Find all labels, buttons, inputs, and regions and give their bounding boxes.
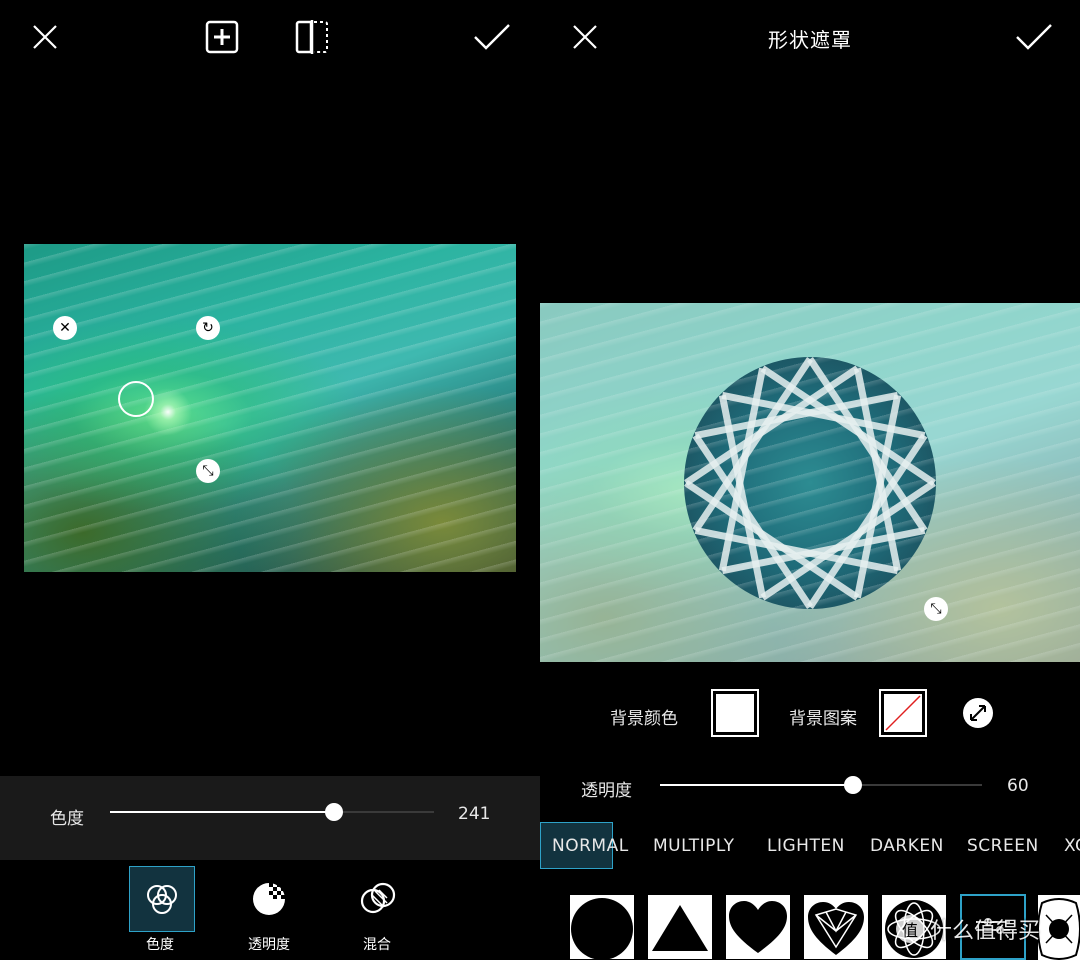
resize-handle-icon[interactable]: ⤡ <box>196 459 220 483</box>
tool-hue-selected[interactable] <box>129 866 195 932</box>
close-icon[interactable] <box>28 20 62 54</box>
rotate-handle-icon[interactable]: ↻ <box>196 316 220 340</box>
left-editor-panel: ✕ ↻ ⤡ 色度 241 色度 透明度 混合 <box>0 0 540 960</box>
watermark-text: 什么值得买 <box>930 919 1041 944</box>
blend-multiply[interactable]: MULTIPLY <box>653 836 735 856</box>
hue-slider-bar: 色度 241 <box>0 776 540 860</box>
blend-xor[interactable]: XO <box>1064 836 1080 856</box>
heart-shape-icon <box>729 901 787 953</box>
opacity-value: 60 <box>1007 776 1029 796</box>
circle-shape-icon <box>571 898 633 960</box>
opacity-label: 透明度 <box>581 781 632 801</box>
ornament-shape-icon <box>1037 898 1080 960</box>
blend-icon[interactable] <box>358 880 398 918</box>
expand-icon[interactable] <box>963 698 993 728</box>
blend-lighten[interactable]: LIGHTEN <box>767 836 845 856</box>
circle-shape-tile[interactable] <box>570 895 634 960</box>
flare-center-handle[interactable] <box>118 381 154 417</box>
blend-screen[interactable]: SCREEN <box>967 836 1039 856</box>
heart-shape-tile[interactable] <box>726 895 790 959</box>
tool-hue-label: 色度 <box>146 937 174 953</box>
photo-canvas[interactable]: ✕ ↻ ⤡ <box>24 244 516 572</box>
confirm-icon[interactable] <box>1014 20 1054 54</box>
resize-handle-icon[interactable]: ⤡ <box>924 597 948 621</box>
add-layer-icon[interactable] <box>204 19 240 55</box>
triangle-shape-icon <box>652 905 708 951</box>
bg-pattern-swatch[interactable] <box>879 689 927 737</box>
hue-slider-fill <box>110 811 334 813</box>
blend-darken[interactable]: DARKEN <box>870 836 944 856</box>
bg-color-swatch[interactable] <box>711 689 759 737</box>
opacity-slider-fill <box>660 784 854 786</box>
tool-blend-label: 混合 <box>363 937 391 953</box>
close-icon[interactable] <box>568 20 602 54</box>
page-title: 形状遮罩 <box>768 28 852 52</box>
star-pattern-icon <box>684 357 936 609</box>
watermark-logo-icon: 值 <box>896 915 924 943</box>
diamond-shape-tile[interactable] <box>804 895 868 959</box>
hue-label: 色度 <box>50 809 84 829</box>
diamond-shape-icon <box>808 902 864 955</box>
circle-mask-shape[interactable] <box>684 357 936 609</box>
confirm-icon[interactable] <box>472 20 512 54</box>
tool-opacity-label: 透明度 <box>248 937 290 953</box>
delete-handle-icon[interactable]: ✕ <box>53 316 77 340</box>
hue-value: 241 <box>458 804 491 824</box>
compare-icon[interactable] <box>294 19 330 55</box>
triangle-shape-tile[interactable] <box>648 895 712 959</box>
bg-pattern-label: 背景图案 <box>789 709 857 729</box>
blend-normal-label: NORMAL <box>552 836 629 856</box>
right-shape-mask-panel: 形状遮罩 ⤡ 背景颜色 背景图案 透明度 60 NORMAL MULTIPLY … <box>540 0 1080 960</box>
opacity-icon[interactable] <box>250 880 288 918</box>
ornament-shape-tile[interactable] <box>1037 895 1080 960</box>
bg-color-label: 背景颜色 <box>610 709 678 729</box>
hue-slider-knob[interactable] <box>324 803 343 821</box>
opacity-slider-knob[interactable] <box>844 776 863 794</box>
water-texture <box>24 244 516 572</box>
hue-circles-icon <box>144 881 180 917</box>
mask-canvas[interactable]: ⤡ <box>540 303 1080 662</box>
watermark: 值 什么值得买 <box>896 913 1040 945</box>
